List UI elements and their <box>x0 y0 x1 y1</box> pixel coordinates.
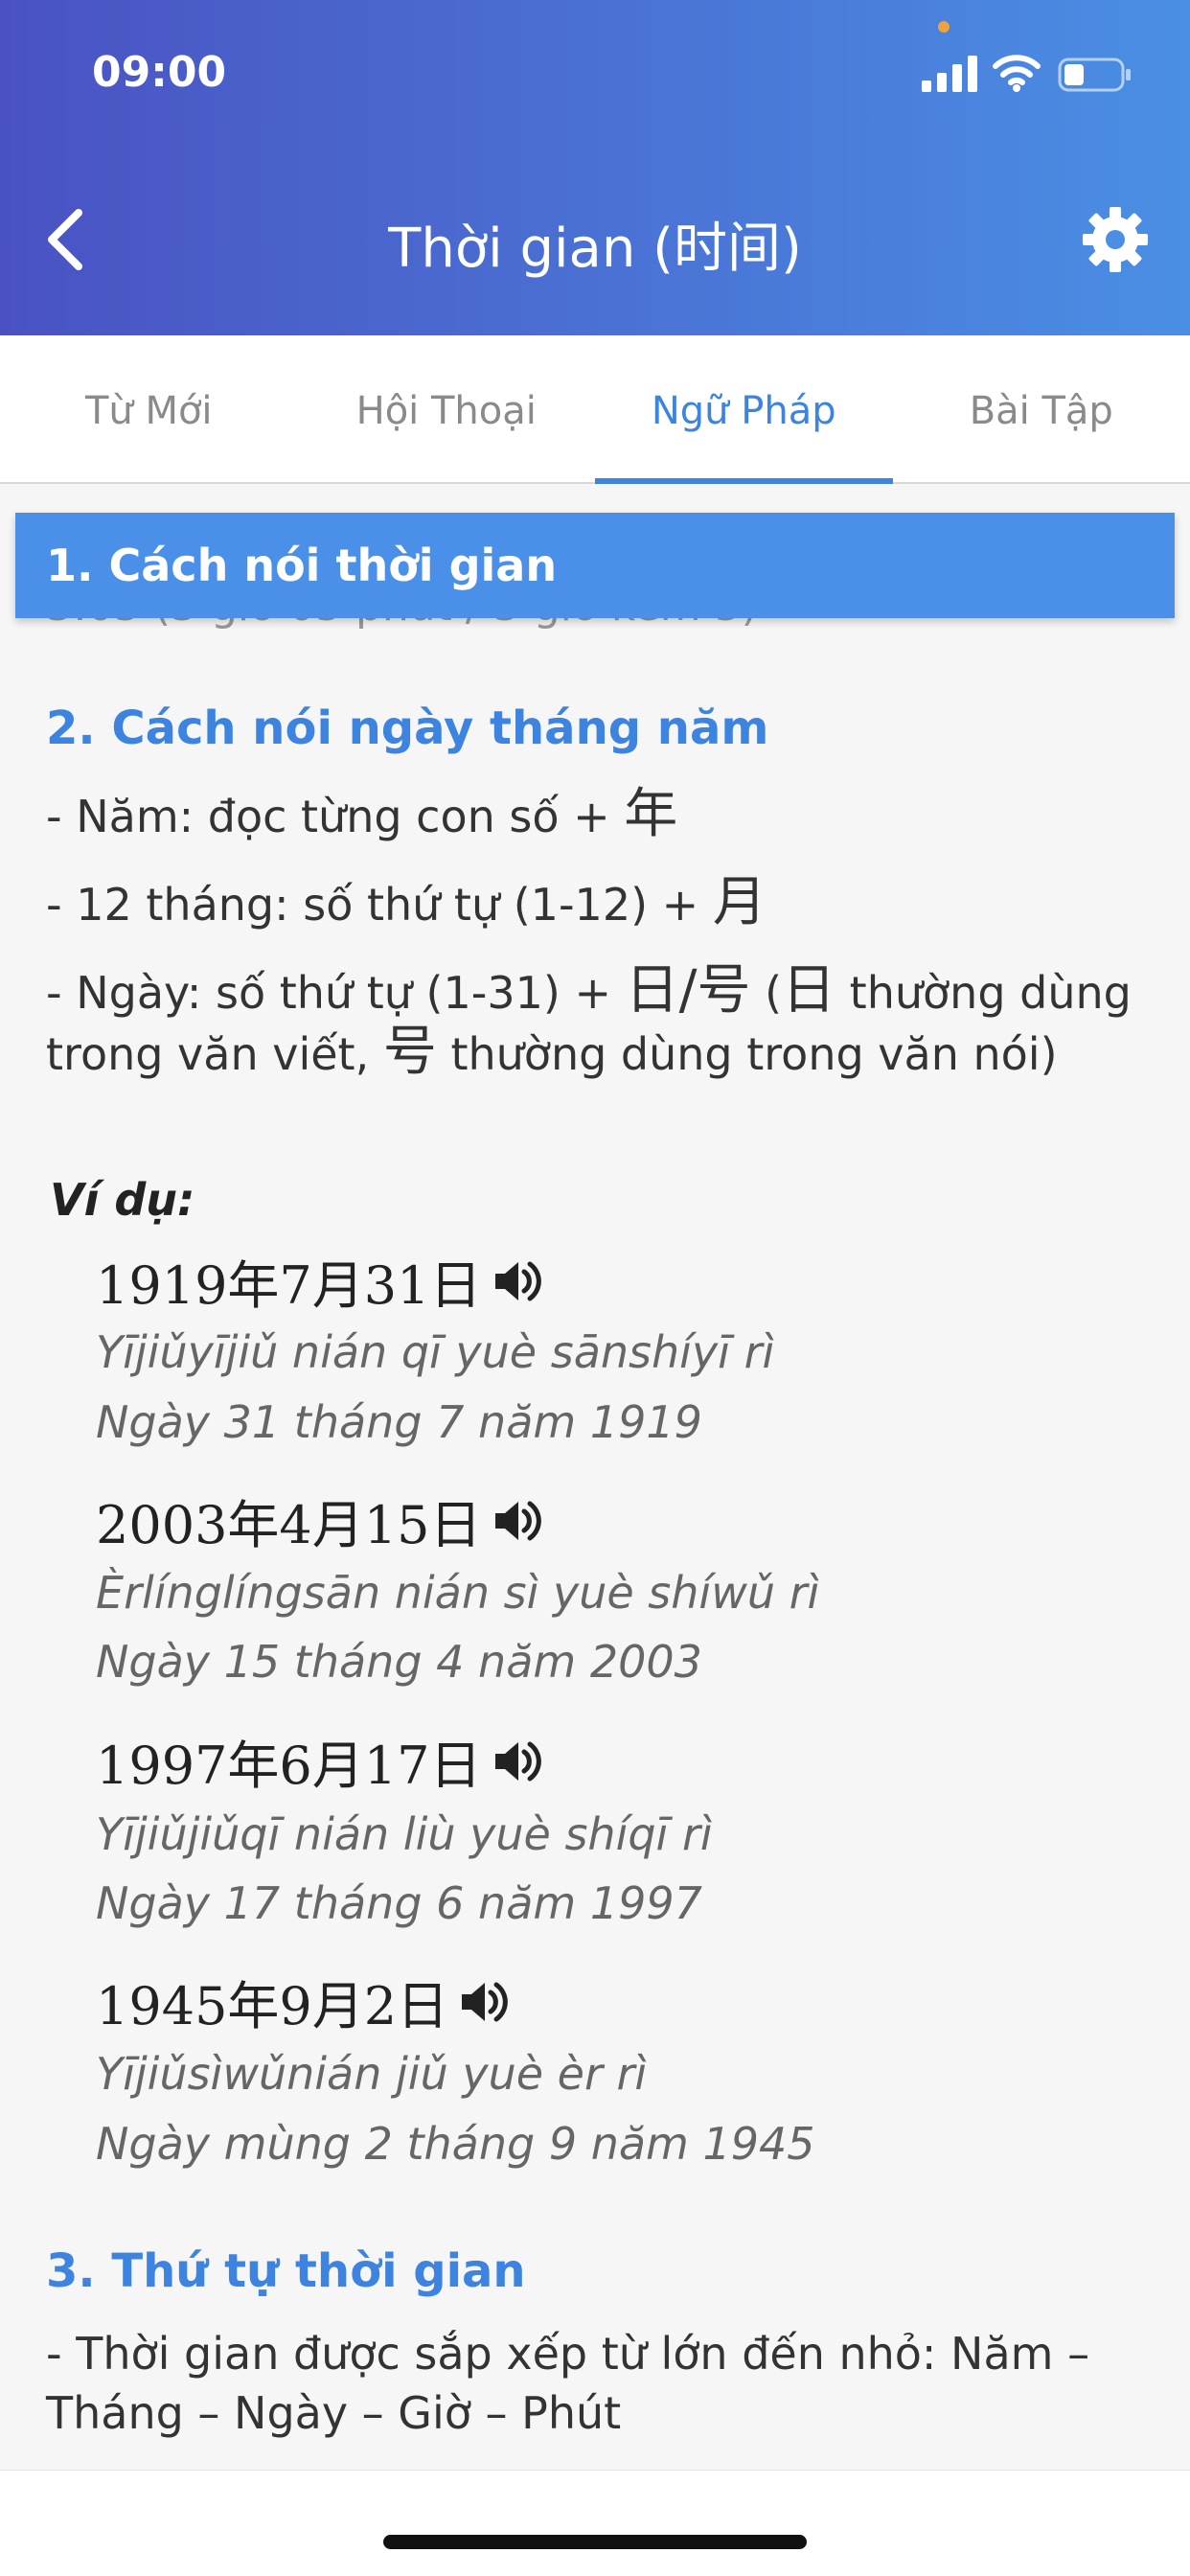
example-hanzi: 2003年4月15日 <box>96 1483 543 1558</box>
example-pinyin: Yījiǔyījiǔ nián qī yuè sānshíyī rì <box>96 1326 775 1378</box>
example-hanzi-text: 1997年6月17日 <box>96 1736 482 1796</box>
example-meaning: Ngày 17 tháng 6 năm 1997 <box>96 1877 702 1929</box>
rule-text: - Ngày: số thứ tự (1-31) + <box>46 967 626 1019</box>
example-pinyin: Yījiǔjiǔqī nián liù yuè shíqī rì <box>96 1808 713 1860</box>
battery-icon <box>1058 58 1131 92</box>
tab-bai-tap[interactable]: Bài Tập <box>893 335 1190 482</box>
app-header: 09:00 Thời gian (时间) <box>0 0 1190 335</box>
example-meaning: Ngày 15 tháng 4 năm 2003 <box>96 1636 702 1688</box>
rule-text: ( <box>750 967 783 1019</box>
recording-dot-icon <box>938 21 950 33</box>
rule-cjk: 年 <box>624 783 678 845</box>
rule-text: thường dùng trong văn nói) <box>436 1028 1058 1080</box>
rule-cjk: 日/号 <box>625 959 751 1022</box>
example-hanzi: 1945年9月2日 <box>96 1964 510 2039</box>
rule-text: - Năm: đọc từng con số + <box>46 791 625 842</box>
rule-line-day: - Ngày: số thứ tự (1-31) + 日/号 (日 thường… <box>46 961 1148 1084</box>
example-pinyin: Yījiǔsìwǔnián jiǔ yuè èr rì <box>96 2048 648 2100</box>
section-title-3: 3. Thứ tự thời gian <box>46 2244 526 2298</box>
home-indicator[interactable] <box>383 2535 807 2549</box>
section-header-1: 1. Cách nói thời gian <box>15 513 1175 618</box>
example-pinyin: Èrlínglíngsān nián sì yuè shíwǔ rì <box>96 1567 820 1619</box>
status-time: 09:00 <box>92 48 227 97</box>
rule-line-month: - 12 tháng: số thứ tự (1-12) + 月 <box>46 873 1148 934</box>
wifi-icon <box>993 55 1041 92</box>
rule-text: - 12 tháng: số thứ tự (1-12) + <box>46 879 713 931</box>
example-meaning: Ngày 31 tháng 7 năm 1919 <box>96 1396 702 1448</box>
rule-cjk: 号 <box>382 1021 437 1083</box>
example-hanzi: 1997年6月17日 <box>96 1723 543 1799</box>
tab-ngu-phap[interactable]: Ngữ Pháp <box>595 335 893 484</box>
speaker-icon[interactable] <box>456 1975 510 2029</box>
tab-bar: Từ Mới Hội Thoại Ngữ Pháp Bài Tập <box>0 335 1190 484</box>
page-title: Thời gian (时间) <box>388 218 802 280</box>
example-hanzi-text: 2003年4月15日 <box>96 1495 482 1555</box>
example-hanzi-text: 1919年7月31日 <box>96 1255 482 1316</box>
example-meaning: Ngày mùng 2 tháng 9 năm 1945 <box>96 2118 815 2170</box>
example-label: Ví dụ: <box>50 1174 195 1226</box>
speaker-icon[interactable] <box>490 1254 543 1308</box>
speaker-icon[interactable] <box>490 1494 543 1548</box>
rule-cjk: 日 <box>782 959 836 1022</box>
rule-line-order: - Thời gian được sắp xếp từ lớn đến nhỏ:… <box>46 2328 1090 2439</box>
speaker-icon[interactable] <box>490 1735 543 1788</box>
tab-hoi-thoai[interactable]: Hội Thoại <box>298 335 596 482</box>
rule-line-year: - Năm: đọc từng con số + 年 <box>46 785 1148 846</box>
cellular-signal-icon <box>922 56 977 92</box>
gear-icon[interactable] <box>1081 205 1150 274</box>
tab-tu-moi[interactable]: Từ Mới <box>0 335 298 482</box>
bottom-safe-area <box>0 2470 1190 2576</box>
example-hanzi: 1919年7月31日 <box>96 1243 543 1319</box>
rule-cjk: 月 <box>712 871 767 933</box>
example-hanzi-text: 1945年9月2日 <box>96 1976 449 2036</box>
section-title-2: 2. Cách nói ngày tháng năm <box>46 702 769 755</box>
lesson-content[interactable]: 3:05 (3 giờ 05 phút / 3 giờ kém 5) 1. Cá… <box>0 486 1190 2470</box>
